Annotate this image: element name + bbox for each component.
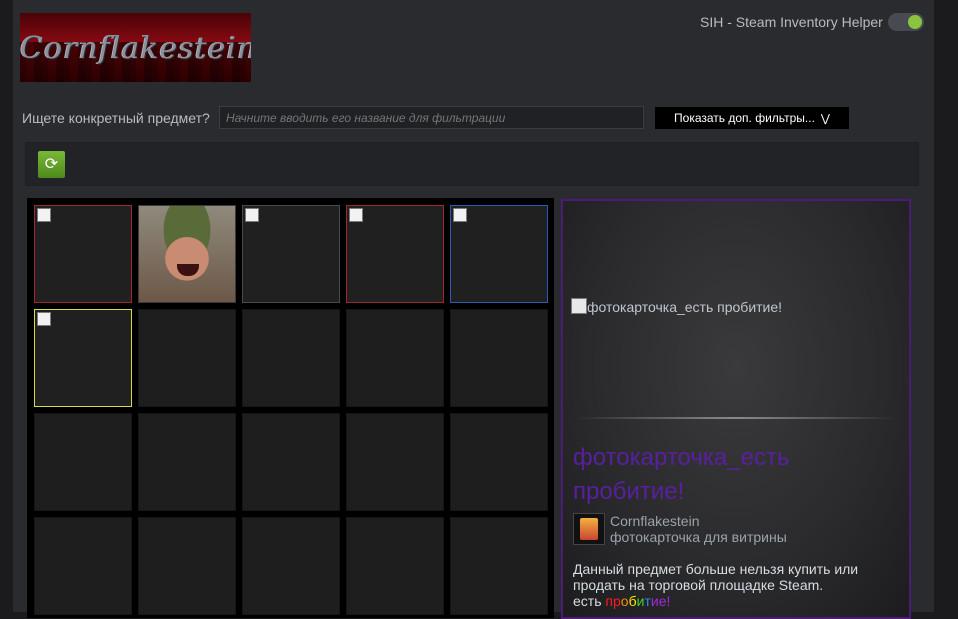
inventory-grid bbox=[27, 198, 554, 618]
item-tag-line: есть пробитие! bbox=[573, 593, 893, 609]
tag-prefix: есть bbox=[573, 593, 606, 609]
broken-image-icon bbox=[571, 298, 587, 314]
refresh-icon: ⟳ bbox=[44, 156, 59, 173]
inventory-empty-slot bbox=[242, 517, 340, 615]
item-description: Данный предмет больше нельзя купить или … bbox=[573, 561, 893, 609]
detail-divider bbox=[577, 417, 895, 419]
toggle-knob bbox=[908, 15, 922, 29]
inventory-empty-slot bbox=[450, 517, 548, 615]
inventory-empty-slot bbox=[138, 413, 236, 511]
logo-text: Cornflakestein bbox=[20, 31, 251, 66]
game-icon bbox=[573, 513, 605, 545]
inventory-empty-slot bbox=[242, 309, 340, 407]
profile-logo: Cornflakestein bbox=[20, 13, 251, 82]
soldier-mouth bbox=[177, 264, 199, 276]
inventory-item-slot[interactable] bbox=[34, 309, 132, 407]
inventory-item-slot[interactable] bbox=[450, 205, 548, 303]
inventory-toolbar: ⟳ bbox=[25, 142, 919, 186]
sih-toggle[interactable] bbox=[888, 13, 924, 31]
broken-image-icon bbox=[245, 208, 259, 222]
inventory-empty-slot bbox=[450, 413, 548, 511]
chevron-down-icon: ⋁ bbox=[820, 113, 830, 125]
inventory-item-slot[interactable] bbox=[242, 205, 340, 303]
inventory-empty-slot bbox=[346, 309, 444, 407]
inventory-empty-slot bbox=[34, 413, 132, 511]
more-filters-label: Показать доп. фильтры... bbox=[674, 111, 815, 125]
inventory-item-slot[interactable] bbox=[34, 205, 132, 303]
broken-image-icon bbox=[37, 208, 51, 222]
game-icon-art bbox=[580, 518, 598, 540]
inventory-empty-slot bbox=[346, 413, 444, 511]
item-title: фотокарточка_есть пробитие! bbox=[573, 444, 790, 505]
inventory-empty-slot bbox=[346, 517, 444, 615]
inventory-empty-slot bbox=[450, 309, 548, 407]
item-image-broken: фотокарточка_есть пробитие! bbox=[571, 298, 782, 315]
filter-label: Ищете конкретный предмет? bbox=[22, 110, 210, 126]
inventory-empty-slot bbox=[242, 413, 340, 511]
inventory-item-slot[interactable] bbox=[138, 205, 236, 303]
broken-image-icon bbox=[453, 208, 467, 222]
inventory-empty-slot bbox=[34, 517, 132, 615]
item-image-soldier bbox=[139, 206, 235, 302]
item-image-alt: фотокарточка_есть пробитие! bbox=[587, 299, 783, 315]
broken-image-icon bbox=[349, 208, 363, 222]
inventory-empty-slot bbox=[138, 309, 236, 407]
item-detail-panel: фотокарточка_есть пробитие! фотокарточка… bbox=[561, 199, 911, 619]
filter-input[interactable] bbox=[219, 106, 644, 129]
item-type: фотокарточка для витрины bbox=[610, 529, 787, 545]
rainbow-text: пробитие! bbox=[605, 593, 671, 609]
broken-image-icon bbox=[37, 312, 51, 326]
item-game-name[interactable]: Cornflakestein bbox=[610, 513, 700, 529]
more-filters-button[interactable]: Показать доп. фильтры... ⋁ bbox=[655, 107, 849, 129]
refresh-button[interactable]: ⟳ bbox=[38, 151, 65, 178]
inventory-empty-slot bbox=[138, 517, 236, 615]
inventory-item-slot[interactable] bbox=[346, 205, 444, 303]
sih-label: SIH - Steam Inventory Helper bbox=[700, 14, 883, 30]
item-description-text: Данный предмет больше нельзя купить или … bbox=[573, 561, 859, 593]
